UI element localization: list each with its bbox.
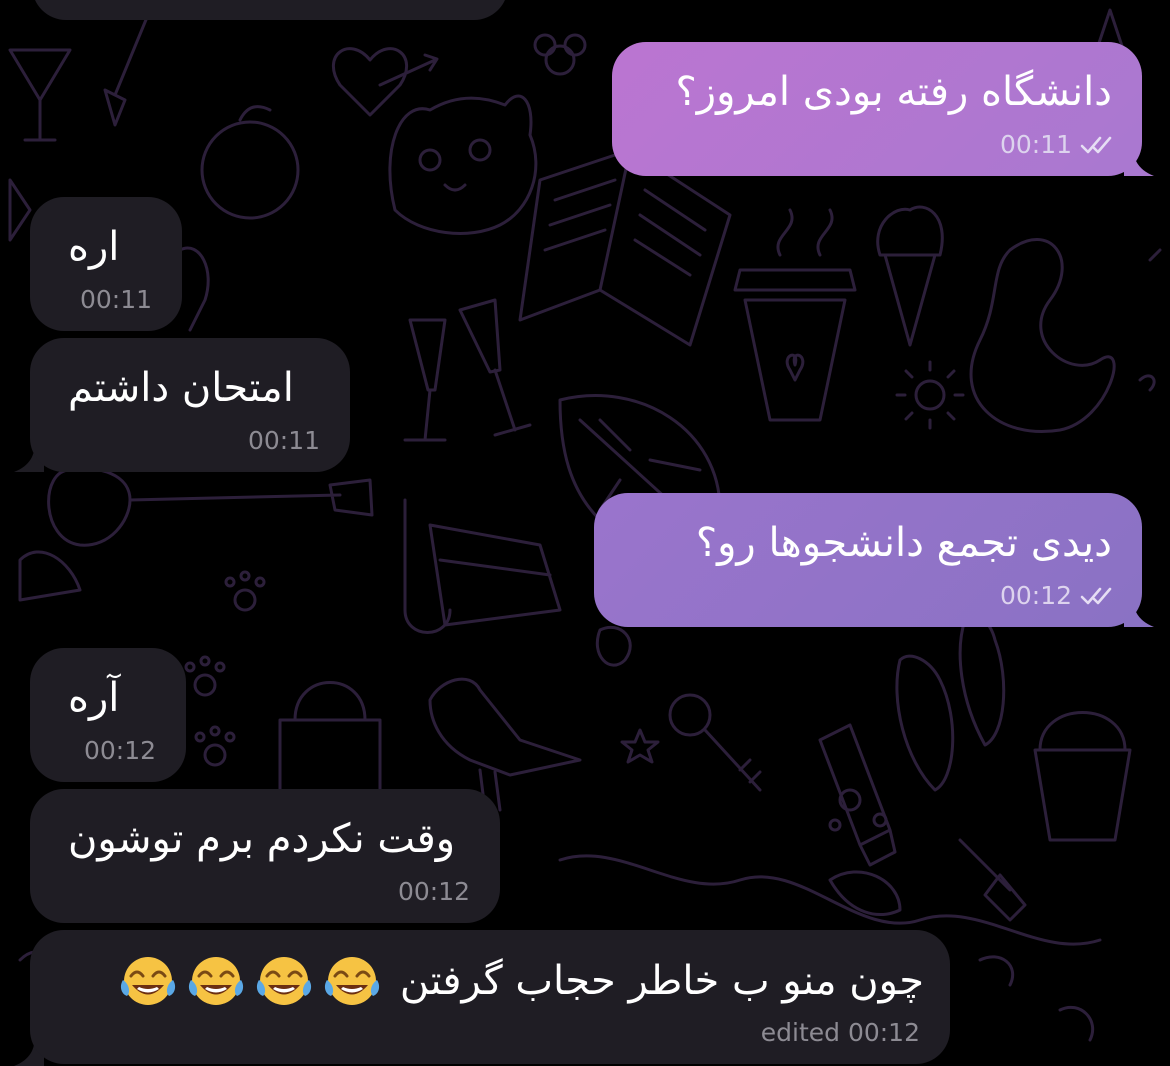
- double-check-icon: [1080, 136, 1112, 154]
- face-with-tears-of-joy-icon: [189, 957, 244, 1005]
- message-text: دانشگاه رفته بودی امروز؟: [675, 69, 1112, 115]
- message-text: چون منو ب خاطر حجاب گرفتن: [117, 954, 924, 1012]
- message-time: 00:12: [397, 877, 470, 906]
- message-text: آره: [68, 675, 120, 721]
- message-text-content: چون منو ب خاطر حجاب گرفتن: [399, 958, 924, 1004]
- emoji-group: [117, 954, 383, 1012]
- incoming-message-bubble[interactable]: اره 00:11: [30, 197, 182, 331]
- message-text: امتحان داشتم: [68, 365, 294, 411]
- message-meta: 00:12: [84, 736, 156, 766]
- face-with-tears-of-joy-icon: [121, 957, 176, 1005]
- face-with-tears-of-joy-icon: [325, 957, 380, 1005]
- message-text: اره: [68, 224, 120, 270]
- message-meta: 00:11: [248, 426, 320, 456]
- message-time: 00:11: [79, 285, 152, 314]
- incoming-message-bubble[interactable]: آره 00:12: [30, 648, 186, 782]
- message-time: edited 00:12: [760, 1018, 920, 1047]
- message-meta: 00:12: [1000, 581, 1116, 611]
- message-meta: 00:12: [398, 877, 470, 907]
- face-with-tears-of-joy-icon: [257, 957, 312, 1005]
- incoming-message-bubble[interactable]: چون منو ب خاطر حجاب گرفتن edited 00:12: [30, 930, 950, 1064]
- incoming-message-bubble[interactable]: وقت نکردم برم توشون 00:12: [30, 789, 500, 923]
- outgoing-message-bubble[interactable]: دانشگاه رفته بودی امروز؟ 00:11: [612, 42, 1142, 176]
- message-text: دیدی تجمع دانشجوها رو؟: [695, 520, 1112, 566]
- message-time: 00:12: [999, 581, 1072, 610]
- incoming-message-bubble[interactable]: امتحان داشتم 00:11: [30, 338, 350, 472]
- outgoing-message-bubble[interactable]: دیدی تجمع دانشجوها رو؟ 00:12: [594, 493, 1142, 627]
- message-text: وقت نکردم برم توشون: [68, 816, 456, 862]
- double-check-icon: [1080, 587, 1112, 605]
- message-time: 00:11: [247, 426, 320, 455]
- message-meta: 00:11: [1000, 130, 1116, 160]
- message-meta: 00:11: [80, 285, 152, 315]
- message-bubble-partial[interactable]: [32, 0, 508, 20]
- message-time: 00:12: [83, 736, 156, 765]
- message-meta: edited 00:12: [761, 1018, 920, 1048]
- message-time: 00:11: [999, 130, 1072, 159]
